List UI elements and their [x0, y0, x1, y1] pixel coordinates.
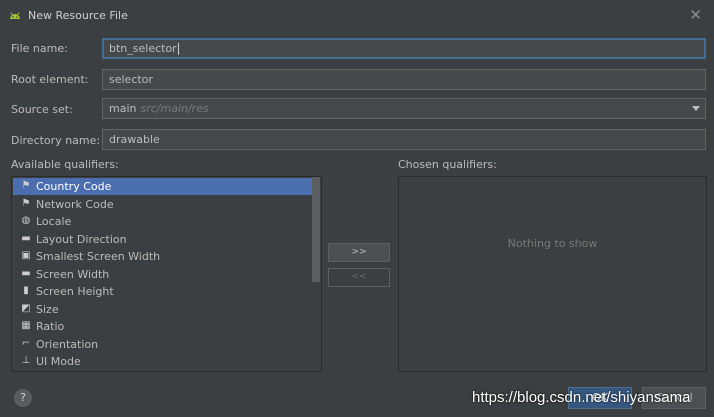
file-name-input[interactable]: btn_selector	[102, 38, 706, 59]
locale-globe-icon: ◍	[21, 215, 31, 226]
list-item[interactable]: ▬ Layout Direction	[13, 231, 319, 248]
source-set-dropdown[interactable]: main src/main/res	[102, 98, 706, 119]
watermark-text: https://blog.csdn.net/shiyansama	[472, 389, 691, 406]
chevron-down-icon[interactable]	[692, 106, 700, 111]
list-item[interactable]: ◍ Locale	[13, 213, 319, 230]
smallest-screen-width-icon: ▣	[21, 250, 31, 261]
chosen-qualifiers-list[interactable]: Nothing to show	[398, 176, 707, 372]
file-name-value: btn_selector	[109, 42, 177, 55]
available-qualifiers-label: Available qualifiers:	[11, 158, 119, 171]
size-icon: ◩	[21, 303, 31, 314]
network-code-icon: ⚑	[21, 198, 31, 209]
remove-qualifier-button[interactable]: <<	[328, 268, 390, 287]
list-item[interactable]: ▦ Ratio	[13, 318, 319, 335]
empty-state-text: Nothing to show	[507, 237, 598, 250]
source-set-label: Source set:	[11, 103, 73, 116]
list-item[interactable]: ▣ Smallest Screen Width	[13, 248, 319, 265]
list-item-label: Size	[36, 303, 59, 316]
root-element-label: Root element:	[11, 73, 89, 86]
list-item[interactable]: ⚑ Country Code	[13, 178, 319, 195]
list-item-label: UI Mode	[36, 355, 81, 368]
file-name-label: File name:	[11, 42, 68, 55]
list-item-label: Locale	[36, 215, 72, 228]
list-item-label: Screen Width	[36, 268, 110, 281]
country-code-icon: ⚑	[21, 180, 31, 191]
list-item[interactable]: ◩ Size	[13, 301, 319, 318]
list-scrollbar[interactable]	[312, 177, 320, 282]
root-element-value: selector	[109, 73, 153, 86]
directory-name-input[interactable]: drawable	[102, 129, 706, 150]
ratio-icon: ▦	[21, 320, 31, 331]
list-item-label: Country Code	[36, 180, 112, 193]
directory-name-value: drawable	[109, 133, 160, 146]
list-item[interactable]: ⊥ UI Mode	[13, 353, 319, 370]
list-item-label: Ratio	[36, 320, 65, 333]
list-item-label: Layout Direction	[36, 233, 127, 246]
list-item-label: Network Code	[36, 198, 114, 211]
available-qualifiers-list[interactable]: ⚑ Country Code ⚑ Network Code ◍ Locale ▬…	[11, 176, 322, 372]
dialog-title: New Resource File	[28, 9, 128, 22]
text-caret	[177, 43, 179, 55]
title-bar: New Resource File ✕	[0, 0, 714, 32]
close-icon[interactable]: ✕	[689, 7, 702, 23]
orientation-icon: ⌐	[21, 338, 31, 349]
screen-width-icon: ▬	[21, 268, 31, 279]
ui-mode-icon: ⊥	[21, 355, 31, 366]
chosen-qualifiers-label: Chosen qualifiers:	[398, 158, 497, 171]
android-icon	[10, 12, 20, 19]
list-item-label: Screen Height	[36, 285, 114, 298]
root-element-input[interactable]: selector	[102, 69, 706, 90]
source-set-path-hint: src/main/res	[140, 102, 209, 115]
source-set-value: main	[109, 102, 137, 115]
list-item-label: Orientation	[36, 338, 99, 351]
list-item[interactable]: ⚑ Network Code	[13, 196, 319, 213]
layout-direction-icon: ▬	[21, 233, 31, 244]
directory-name-label: Directory name:	[11, 134, 101, 147]
help-button[interactable]: ?	[14, 389, 32, 407]
list-item-label: Smallest Screen Width	[36, 250, 161, 263]
screen-height-icon: ▮	[23, 285, 29, 296]
list-item[interactable]: ⌐ Orientation	[13, 336, 319, 353]
list-item[interactable]: ▮ Screen Height	[13, 283, 319, 300]
add-qualifier-button[interactable]: >>	[328, 243, 390, 262]
list-item[interactable]: ▬ Screen Width	[13, 266, 319, 283]
